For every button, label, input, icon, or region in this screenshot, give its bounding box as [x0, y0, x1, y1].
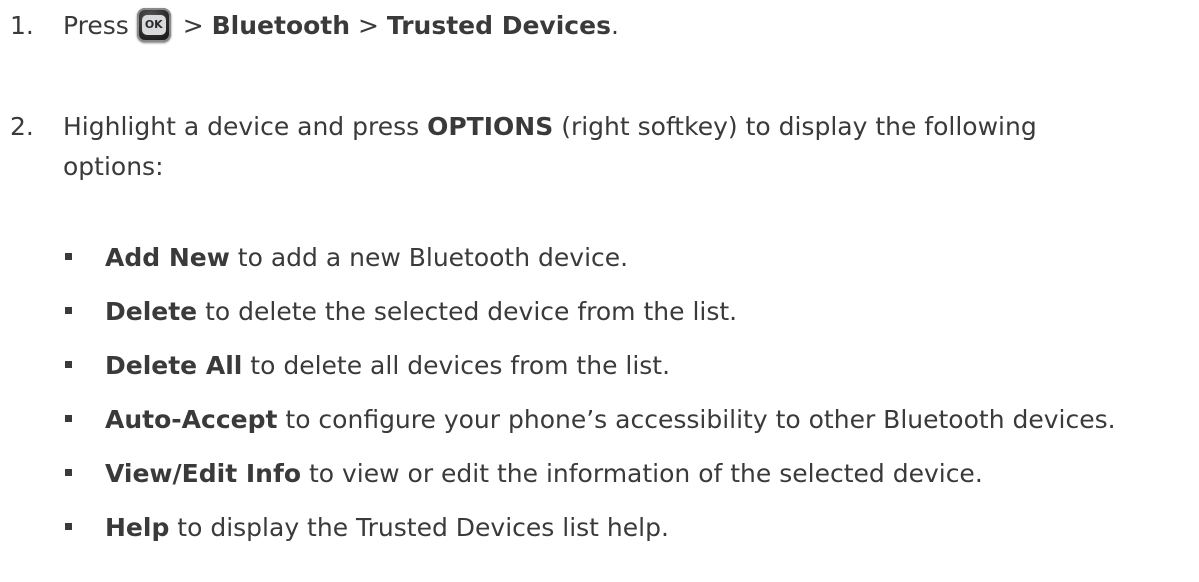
step-1: 1. Press OK > Bluetooth > Trusted Devices…	[10, 5, 619, 47]
instruction-document: 1. Press OK > Bluetooth > Trusted Devices…	[0, 0, 1199, 582]
square-bullet-icon	[65, 522, 72, 530]
option-name: View/Edit Info	[105, 459, 302, 488]
option-name: Auto-Accept	[105, 405, 278, 434]
option-item: Auto-Accept to configure your phone’s ac…	[63, 399, 1116, 441]
option-description: to add a new Bluetooth device.	[237, 243, 629, 272]
step-number: 1.	[10, 11, 34, 40]
option-name: Add New	[105, 243, 230, 272]
square-bullet-icon	[65, 468, 72, 476]
menu-item-bluetooth: Bluetooth	[211, 11, 351, 40]
square-bullet-icon	[65, 360, 72, 368]
option-description: to view or edit the information of the s…	[308, 459, 983, 488]
option-item: Add New to add a new Bluetooth device.	[63, 237, 628, 279]
step-number: 2.	[10, 112, 34, 141]
option-description: to delete all devices from the list.	[250, 351, 671, 380]
option-name: Delete	[105, 297, 198, 326]
option-description: to display the Trusted Devices list help…	[177, 513, 669, 542]
menu-item-trusted-devices: Trusted Devices	[386, 11, 611, 40]
square-bullet-icon	[65, 306, 72, 314]
option-name: Delete All	[105, 351, 243, 380]
ok-key-label: OK	[141, 15, 166, 35]
step-text: Press	[63, 11, 129, 40]
step-2: 2. Highlight a device and press OPTIONS (…	[10, 106, 1037, 148]
step-2-continuation: options:	[63, 152, 164, 181]
option-item: Delete All to delete all devices from th…	[63, 345, 670, 387]
separator: >	[182, 11, 204, 40]
square-bullet-icon	[65, 252, 72, 260]
separator: >	[358, 11, 379, 40]
option-item: Help to display the Trusted Devices list…	[63, 507, 669, 549]
step-text: Highlight a device and press	[63, 112, 420, 141]
option-name: Help	[105, 513, 170, 542]
ok-key-icon: OK	[136, 8, 171, 42]
square-bullet-icon	[65, 414, 72, 422]
punctuation: .	[610, 11, 619, 40]
softkey-options: OPTIONS	[427, 112, 554, 141]
step-text: (right softkey) to display the following	[561, 112, 1037, 141]
option-item: Delete to delete the selected device fro…	[63, 291, 737, 333]
option-description: to delete the selected device from the l…	[205, 297, 738, 326]
option-description: to configure your phone’s accessibility …	[285, 405, 1116, 434]
option-item: View/Edit Info to view or edit the infor…	[63, 453, 983, 495]
